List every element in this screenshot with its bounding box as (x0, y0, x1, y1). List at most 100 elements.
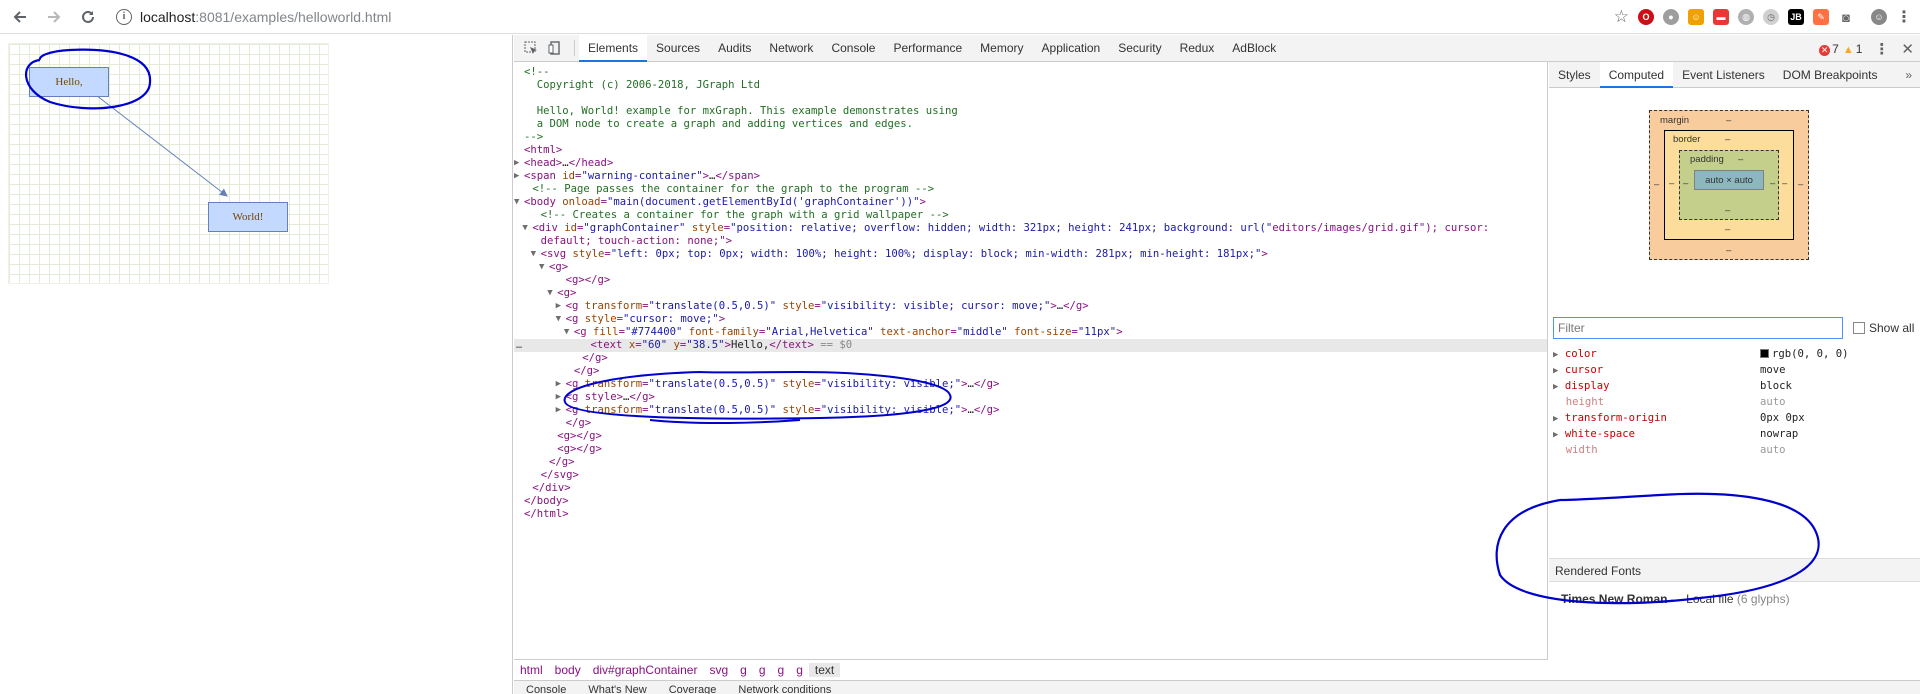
browser-menu-icon[interactable]: ⋮ (1896, 7, 1912, 27)
breadcrumb-item[interactable]: svg (703, 663, 734, 677)
expand-toggle-icon[interactable]: ▶ (556, 378, 561, 391)
expand-toggle-icon[interactable]: ▶ (514, 170, 519, 183)
tab-console[interactable]: Console (822, 35, 884, 62)
expand-toggle-icon[interactable]: ▼ (539, 261, 544, 274)
expand-toggle-icon[interactable]: ▶ (556, 391, 561, 404)
dom-node-line[interactable]: ▼ <g> (514, 261, 1547, 274)
computed-property-row[interactable]: ▶ white-space nowrap (1553, 426, 1913, 442)
expand-toggle-icon[interactable]: ▼ (522, 222, 527, 235)
dom-node-line[interactable]: </html> (514, 508, 1547, 521)
tab-dom-breakpoints[interactable]: DOM Breakpoints (1774, 62, 1887, 88)
forward-button[interactable] (40, 3, 68, 31)
expand-toggle-icon[interactable]: ▶ (1553, 430, 1558, 440)
dom-node-line[interactable]: </div> (514, 482, 1547, 495)
breadcrumb-item[interactable]: g (753, 663, 772, 677)
dom-node-line[interactable]: </svg> (514, 469, 1547, 482)
box-model-content[interactable]: auto × auto (1694, 170, 1764, 190)
expand-toggle-icon[interactable]: ▼ (564, 326, 569, 339)
dom-node-line[interactable]: default; touch-action: none;"> (514, 235, 1547, 248)
opera-extension-icon[interactable]: O (1638, 9, 1654, 25)
dom-node-line[interactable]: ▶ <g transform="translate(0.5,0.5)" style… (514, 404, 1547, 417)
dom-comment-line[interactable]: a DOM node to create a graph and adding … (514, 118, 1547, 131)
tab-memory[interactable]: Memory (971, 35, 1032, 62)
dom-node-line[interactable]: <html> (514, 144, 1547, 157)
drawer-tab[interactable]: What's New (588, 681, 646, 694)
error-warning-counter[interactable]: ✕ 7 ▲ 1 (1819, 42, 1862, 56)
dom-comment-line[interactable]: Copyright (c) 2006-2018, JGraph Ltd (514, 79, 1547, 92)
dom-comment-line[interactable] (514, 92, 1547, 105)
drawer-tab[interactable]: Coverage (669, 681, 717, 694)
tab-redux[interactable]: Redux (1171, 35, 1224, 62)
drawer-tab[interactable]: Network conditions (738, 681, 831, 694)
expand-toggle-icon[interactable]: ▶ (556, 404, 561, 417)
dom-node-line[interactable]: <g></g> (514, 443, 1547, 456)
back-button[interactable] (6, 3, 34, 31)
graph-vertex-world[interactable]: World! (208, 202, 288, 232)
dom-node-line[interactable]: ▼ <g fill="#774400" font-family="Arial,He… (514, 326, 1547, 339)
breadcrumb-item[interactable]: body (549, 663, 587, 677)
site-info-icon[interactable]: i (116, 8, 132, 25)
color-swatch-icon[interactable] (1760, 349, 1769, 358)
graph-edge[interactable] (78, 81, 228, 197)
dom-node-line[interactable]: </g> (514, 456, 1547, 469)
tab-computed[interactable]: Computed (1599, 61, 1674, 88)
graph-container[interactable]: Hello, World! (8, 43, 329, 284)
tab-sources[interactable]: Sources (647, 35, 709, 62)
dom-node-line[interactable]: <g></g> (514, 430, 1547, 443)
breadcrumb-item[interactable]: text (808, 662, 841, 677)
breadcrumb-item[interactable]: g (734, 663, 753, 677)
dom-node-line[interactable]: </g> (514, 365, 1547, 378)
dom-node-line[interactable]: ▼ <g> (514, 287, 1547, 300)
expand-toggle-icon[interactable]: ▼ (547, 287, 552, 300)
tab-adblock[interactable]: AdBlock (1223, 35, 1285, 62)
dom-node-line[interactable]: </g> (514, 417, 1547, 430)
dom-comment-line[interactable]: --> (514, 131, 1547, 144)
tab-styles[interactable]: Styles (1549, 62, 1600, 88)
profile-avatar-icon[interactable]: ☺ (1871, 9, 1887, 25)
dom-node-line[interactable]: ▶ <span id="warning-container">…</span> (514, 170, 1547, 183)
expand-toggle-icon[interactable]: ▼ (556, 313, 561, 326)
dom-node-line[interactable]: ▶ <g transform="translate(0.5,0.5)" style… (514, 300, 1547, 313)
expand-toggle-icon[interactable]: ▶ (1553, 414, 1558, 424)
rendered-fonts-header[interactable]: Rendered Fonts (1549, 558, 1920, 582)
bookmark-star-icon[interactable]: ☆ (1614, 7, 1629, 27)
tab-performance[interactable]: Performance (884, 35, 971, 62)
dom-node-line[interactable]: <g></g> (514, 274, 1547, 287)
inspect-element-icon[interactable] (524, 41, 538, 55)
computed-filter-input[interactable] (1553, 317, 1843, 339)
address-bar[interactable]: localhost:8081/examples/helloworld.html (140, 9, 391, 25)
computed-property-row[interactable]: height auto (1553, 394, 1913, 410)
dom-comment-line[interactable]: <!-- Page passes the container for the g… (514, 183, 1547, 196)
dom-node-line[interactable]: ▶ <head>…</head> (514, 157, 1547, 170)
show-all-checkbox[interactable]: Show all (1853, 321, 1914, 335)
expand-toggle-icon[interactable]: ▶ (1553, 382, 1558, 392)
dom-comment-line[interactable]: <!-- Creates a container for the graph w… (514, 209, 1547, 222)
tab-network[interactable]: Network (760, 35, 822, 62)
dom-comment-line[interactable]: <!-- (514, 66, 1547, 79)
expand-toggle-icon[interactable]: ▼ (514, 196, 519, 209)
clock-extension-icon[interactable]: ◷ (1763, 9, 1779, 25)
computed-property-row[interactable]: ▶ display block (1553, 378, 1913, 394)
node-actions-icon[interactable]: … (516, 339, 522, 352)
expand-toggle-icon[interactable]: ▶ (514, 157, 519, 170)
expand-toggle-icon[interactable]: ▶ (1553, 366, 1558, 376)
devtools-menu-icon[interactable]: ⋮ (1874, 40, 1889, 58)
more-tabs-icon[interactable]: » (1905, 68, 1912, 82)
camera-extension-icon[interactable]: ◙ (1838, 9, 1854, 25)
dom-node-line[interactable]: </g> (514, 352, 1547, 365)
breadcrumb-item[interactable]: div#graphContainer (587, 663, 704, 677)
tab-security[interactable]: Security (1109, 35, 1170, 62)
dom-node-line[interactable]: ▶ <g transform="translate(0.5,0.5)" style… (514, 378, 1547, 391)
dom-node-line[interactable]: ▶ <g style>…</g> (514, 391, 1547, 404)
jb-extension-icon[interactable]: JB (1788, 9, 1804, 25)
dom-node-line[interactable]: ▼ <div id="graphContainer" style="positio… (514, 222, 1547, 235)
globe-extension-icon[interactable]: ◍ (1738, 9, 1754, 25)
expand-toggle-icon[interactable]: ▶ (1553, 350, 1558, 360)
breadcrumb-item[interactable]: g (772, 663, 791, 677)
dom-node-line[interactable]: ▼ <body onload="main(document.getElementB… (514, 196, 1547, 209)
tab-elements[interactable]: Elements (579, 34, 648, 62)
device-toolbar-icon[interactable] (548, 41, 562, 55)
graph-vertex-hello[interactable]: Hello, (29, 67, 109, 97)
expand-toggle-icon[interactable]: ▼ (531, 248, 536, 261)
drawer-tab[interactable]: Console (526, 681, 566, 694)
